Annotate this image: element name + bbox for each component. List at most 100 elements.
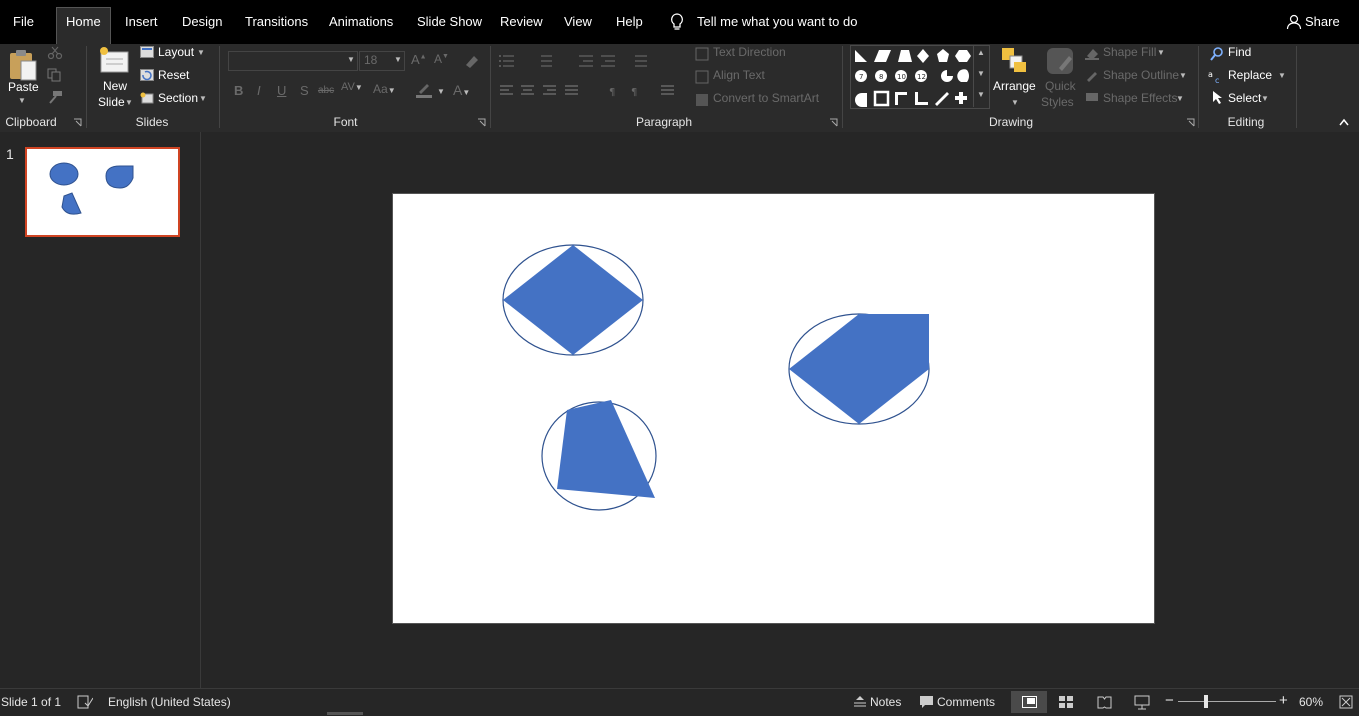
replace-icon: ac	[1208, 70, 1219, 83]
cut-icon[interactable]	[47, 46, 63, 60]
collapse-ribbon-icon[interactable]	[1339, 118, 1349, 126]
pentagon-shape[interactable]	[789, 314, 929, 424]
zoom-slider-track[interactable]	[1178, 701, 1276, 702]
quick-styles-label-2[interactable]: Styles	[1041, 95, 1074, 109]
chevron-down-icon[interactable]: ▼	[197, 48, 205, 57]
highlight-icon[interactable]	[415, 82, 433, 98]
bold-icon[interactable]: B	[234, 83, 243, 98]
change-case-icon[interactable]: Aa▼	[373, 82, 396, 96]
font-name-field[interactable]	[228, 51, 358, 71]
tab-slide-show[interactable]: Slide Show	[408, 8, 491, 36]
format-painter-icon[interactable]	[47, 90, 63, 104]
chevron-down-icon[interactable]: ▼	[18, 96, 26, 105]
strikethrough-icon[interactable]: abc	[318, 85, 334, 96]
tab-insert[interactable]: Insert	[116, 8, 167, 36]
align-text-button[interactable]: Align Text	[713, 68, 765, 82]
spelling-check-icon[interactable]	[77, 695, 93, 709]
tab-home[interactable]: Home	[56, 7, 111, 45]
editing-group-label: Editing	[1227, 115, 1265, 129]
fit-to-window-icon[interactable]	[1339, 695, 1353, 709]
tab-design[interactable]: Design	[173, 8, 231, 36]
section-button[interactable]: Section	[158, 91, 198, 105]
notes-button[interactable]: Notes	[870, 695, 901, 709]
shadow-icon[interactable]: S	[300, 83, 309, 98]
select-button[interactable]: Select	[1228, 91, 1261, 105]
tab-help[interactable]: Help	[607, 8, 652, 36]
chevron-down-icon[interactable]: ▼	[125, 98, 133, 107]
new-slide-label[interactable]: New	[103, 79, 127, 93]
shapes-gallery[interactable]: 7 8 10 12	[850, 45, 990, 109]
comments-button[interactable]: Comments	[937, 695, 995, 709]
dialog-launcher-icon[interactable]	[477, 118, 486, 127]
clear-formatting-icon[interactable]	[463, 53, 479, 69]
zoom-slider-thumb[interactable]	[1204, 695, 1208, 708]
chevron-down-icon[interactable]: ▼	[394, 55, 402, 64]
chevron-down-icon[interactable]: ▼	[437, 87, 445, 96]
share-button[interactable]: Share	[1296, 8, 1349, 36]
tell-me-search[interactable]: Tell me what you want to do	[688, 8, 866, 36]
reading-view-icon[interactable]	[1097, 696, 1112, 709]
slides-group-label: Slides	[135, 115, 169, 129]
shape-format-icons	[1085, 49, 1099, 101]
arrange-button[interactable]: Arrange	[993, 79, 1036, 93]
diamond-shape[interactable]	[503, 245, 643, 355]
tab-transitions[interactable]: Transitions	[236, 8, 317, 36]
dialog-launcher-icon[interactable]	[73, 118, 82, 127]
shape-effects-button[interactable]: Shape Effects	[1103, 91, 1178, 105]
tab-animations[interactable]: Animations	[320, 8, 402, 36]
quick-styles-label[interactable]: Quick	[1045, 79, 1076, 93]
chevron-down-icon[interactable]: ▼	[1176, 94, 1184, 103]
decrease-font-icon[interactable]: A▼	[434, 52, 449, 66]
character-spacing-icon[interactable]: AV▼	[341, 81, 363, 93]
convert-smartart-button[interactable]: Convert to SmartArt	[713, 91, 819, 105]
chevron-down-icon[interactable]: ▼	[1278, 71, 1286, 80]
language-indicator[interactable]: English (United States)	[108, 695, 231, 709]
text-direction-button[interactable]: Text Direction	[713, 45, 786, 59]
increase-font-icon[interactable]: A▲	[411, 52, 427, 67]
dialog-launcher-icon[interactable]	[1186, 118, 1195, 127]
quadrilateral-shape[interactable]	[557, 400, 655, 498]
arrange-icon[interactable]	[1000, 46, 1028, 74]
new-slide-icon[interactable]	[98, 46, 130, 74]
quick-styles-icon[interactable]	[1045, 46, 1075, 76]
list-indent-icons[interactable]	[499, 53, 679, 69]
new-slide-label-2[interactable]: Slide	[98, 95, 125, 109]
slide-count: Slide 1 of 1	[1, 695, 62, 709]
shapes-gallery-icons[interactable]: 7 8 10 12	[851, 46, 989, 108]
copy-icon[interactable]	[47, 68, 63, 82]
slide-canvas[interactable]	[392, 193, 1155, 624]
gallery-scroll[interactable]: ▲ ▼ ▼	[973, 45, 989, 107]
slide-sorter-icon[interactable]	[1059, 696, 1074, 709]
zoom-out-button[interactable]: −	[1165, 692, 1174, 709]
zoom-in-button[interactable]: +	[1279, 692, 1288, 709]
chevron-down-icon[interactable]: ▼	[1157, 48, 1165, 57]
slide-thumbnail[interactable]	[25, 147, 180, 237]
italic-icon[interactable]: I	[257, 83, 261, 98]
chevron-down-icon[interactable]: ▼	[199, 94, 207, 103]
paste-button[interactable]: Paste	[8, 80, 39, 94]
font-color-icon[interactable]: A▼	[453, 82, 470, 98]
reset-button[interactable]: Reset	[158, 68, 189, 82]
tab-file[interactable]: File	[4, 8, 43, 36]
slideshow-view-icon[interactable]	[1134, 695, 1150, 710]
svg-text:a: a	[1208, 70, 1213, 79]
chevron-down-icon[interactable]: ▼	[1179, 71, 1187, 80]
underline-icon[interactable]: U	[277, 83, 286, 98]
layout-button[interactable]: Layout	[158, 45, 194, 59]
chevron-down-icon[interactable]: ▼	[347, 55, 355, 64]
zoom-level[interactable]: 60%	[1299, 695, 1323, 709]
dialog-launcher-icon[interactable]	[829, 118, 838, 127]
shape-outline-button[interactable]: Shape Outline	[1103, 68, 1179, 82]
cursor-icon	[1213, 91, 1222, 104]
shape-fill-button[interactable]: Shape Fill	[1103, 45, 1156, 59]
chevron-down-icon[interactable]: ▼	[1011, 98, 1019, 107]
paste-icon[interactable]	[8, 48, 38, 82]
alignment-icons[interactable]: ¶ ¶	[499, 84, 684, 98]
find-button[interactable]: Find	[1228, 45, 1251, 59]
divider	[1296, 46, 1297, 128]
tab-review[interactable]: Review	[491, 8, 552, 36]
normal-view-button[interactable]	[1011, 691, 1047, 713]
chevron-down-icon[interactable]: ▼	[1261, 94, 1269, 103]
tab-view[interactable]: View	[555, 8, 601, 36]
replace-button[interactable]: Replace	[1228, 68, 1272, 82]
